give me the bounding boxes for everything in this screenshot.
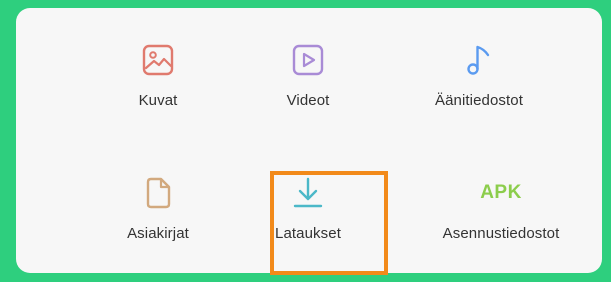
video-icon [288, 40, 328, 80]
category-label: Asiakirjat [127, 225, 189, 242]
category-label: Kuvat [138, 92, 178, 109]
category-videot[interactable]: Videot [223, 26, 393, 126]
apk-icon-text: APK [480, 182, 522, 203]
apk-icon: APK [480, 173, 522, 213]
category-label: Äänitiedostot [434, 92, 524, 109]
category-asiakirjat[interactable]: Asiakirjat [73, 159, 243, 259]
category-aanitiedostot[interactable]: Äänitiedostot [394, 26, 564, 126]
document-icon [138, 173, 178, 213]
category-kuvat[interactable]: Kuvat [73, 26, 243, 126]
category-label: Lataukset [275, 225, 341, 242]
image-icon [138, 40, 178, 80]
category-lataukset[interactable]: Lataukset [242, 159, 374, 259]
file-categories-panel: Kuvat Videot Äänitiedostot Asiakirjat La… [16, 8, 602, 275]
category-asennustiedostot[interactable]: APK Asennustiedostot [406, 159, 596, 259]
category-label: Videot [286, 92, 330, 109]
download-icon [288, 173, 328, 213]
category-label: Asennustiedostot [442, 225, 560, 242]
music-note-icon [459, 40, 499, 80]
